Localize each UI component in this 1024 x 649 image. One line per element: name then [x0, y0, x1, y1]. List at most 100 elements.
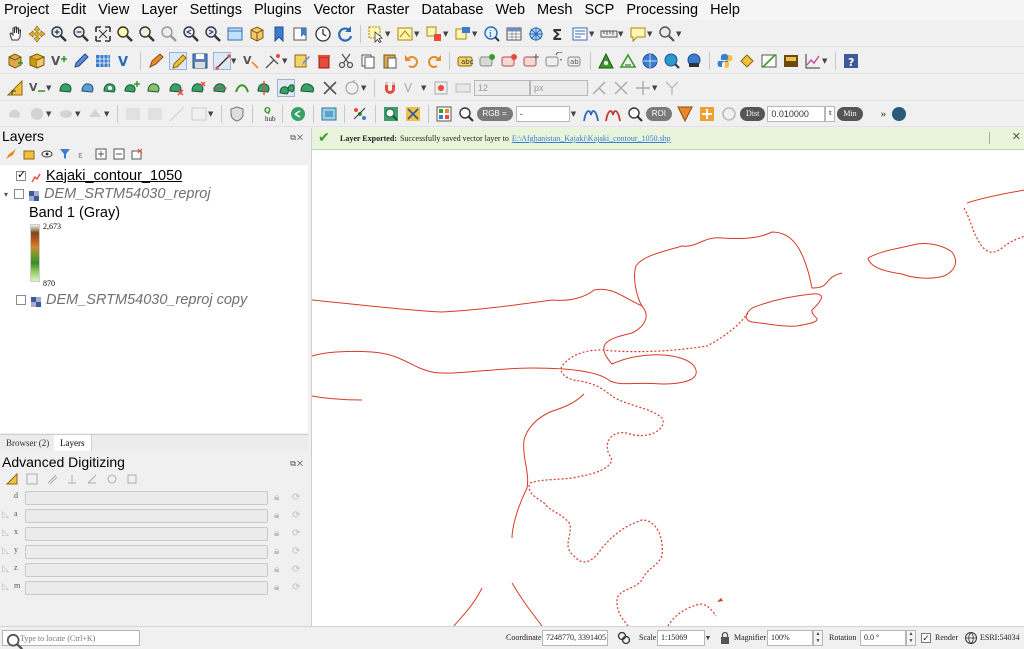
add-vector-icon[interactable]: V [116, 52, 134, 70]
python-console-icon[interactable] [716, 52, 734, 70]
zoom-full-icon[interactable] [94, 25, 112, 43]
copy-features-icon[interactable] [359, 52, 377, 70]
snap-angle-icon[interactable] [86, 473, 98, 485]
menu-mesh[interactable]: Mesh [531, 0, 578, 20]
new-virtual-layer-icon[interactable]: V [50, 52, 68, 70]
lock-icon[interactable]: 🔒︎ [274, 528, 279, 539]
map-tips-icon[interactable] [629, 25, 647, 43]
pan-to-selection-icon[interactable] [28, 25, 46, 43]
parallel-icon[interactable] [46, 473, 58, 485]
digitize-angle-icon[interactable] [168, 105, 186, 123]
scp-dock-icon[interactable] [320, 105, 338, 123]
snap-intersection-icon[interactable] [612, 79, 630, 97]
spatial-bookmark-icon[interactable] [270, 25, 288, 43]
split-parts-icon[interactable] [277, 78, 295, 97]
chevron-down-icon[interactable]: ▼ [589, 30, 596, 38]
relative-z-icon[interactable]: ◺ [2, 564, 9, 574]
menu-raster[interactable]: Raster [361, 0, 416, 20]
coordinate-field[interactable]: 7248770, 3391405 [542, 630, 608, 646]
repeat-lock-icon[interactable]: ⟳ [292, 582, 300, 593]
tracing-icon[interactable] [590, 79, 608, 97]
chevron-down-icon[interactable]: ▼ [571, 110, 578, 118]
menu-settings[interactable]: Settings [184, 0, 248, 20]
snap-tolerance-icon[interactable] [454, 79, 472, 97]
toolbar-overflow-icon[interactable]: » [881, 108, 887, 120]
chevron-down-icon[interactable]: ▼ [472, 30, 479, 38]
menu-plugins[interactable]: Plugins [248, 0, 308, 20]
layer-visibility-checkbox[interactable] [14, 189, 24, 199]
plugin-shield-icon[interactable] [228, 105, 246, 123]
shape-rotate-icon[interactable] [57, 79, 75, 97]
help-icon[interactable]: ? [842, 52, 860, 70]
zoom-to-selection-icon[interactable] [116, 25, 134, 43]
chevron-down-icon[interactable]: ▼ [647, 30, 654, 38]
render-checkbox[interactable]: ✓ [921, 633, 931, 643]
menu-scp[interactable]: SCP [579, 0, 621, 20]
menu-project[interactable]: Project [0, 0, 55, 20]
snap-tolerance-input[interactable]: 12 [474, 79, 530, 96]
chevron-down-icon[interactable]: ▼ [104, 110, 111, 118]
chevron-down-icon[interactable]: ▼ [703, 630, 713, 646]
field-calculator-icon[interactable] [527, 25, 545, 43]
label-show-icon[interactable] [500, 52, 518, 70]
zoom-to-layer-icon[interactable] [138, 25, 156, 43]
delete-part-icon[interactable] [189, 79, 207, 97]
locator-magnify-icon[interactable] [658, 25, 676, 43]
fill-ring-icon[interactable] [145, 79, 163, 97]
vertex-split-icon[interactable]: V [28, 79, 46, 97]
shape-simplify-icon[interactable] [79, 79, 97, 97]
shape-digitize-4-icon[interactable] [86, 105, 104, 123]
lock-icon[interactable]: 🔒︎ [274, 492, 279, 503]
expand-all-icon[interactable] [95, 148, 107, 160]
magnifier-spin[interactable]: ▲ ▼ [813, 630, 823, 646]
chevron-down-icon[interactable]: ▼ [282, 57, 289, 65]
chevron-down-icon[interactable]: ▼ [46, 110, 53, 118]
panel-float-close-icon[interactable]: ⧉✕ [290, 130, 304, 146]
close-icon[interactable]: ✕ [1012, 130, 1021, 143]
qgis-hub-icon[interactable]: Q [259, 105, 277, 123]
digitize-grid-icon[interactable] [190, 105, 208, 123]
menu-processing[interactable]: Processing [620, 0, 704, 20]
scp-roi-create-icon[interactable] [676, 105, 694, 123]
rotation-field[interactable]: 0.0 ° [860, 630, 906, 646]
toolbox-icon[interactable] [571, 25, 589, 43]
identify-features-icon[interactable]: i [483, 25, 501, 43]
edit-attributes-icon[interactable] [293, 52, 311, 70]
menu-view[interactable]: View [92, 0, 135, 20]
table-edit-icon[interactable] [760, 52, 778, 70]
toggle-editing-pencil-icon[interactable] [169, 51, 187, 70]
scp-rgb-zoom-icon[interactable] [457, 105, 475, 123]
undo-icon[interactable] [403, 52, 421, 70]
refresh-icon[interactable] [336, 25, 354, 43]
scp-overflow-icon[interactable] [890, 105, 908, 123]
chevron-down-icon[interactable]: ▼ [618, 30, 625, 38]
rotate-point-icon[interactable] [343, 79, 361, 97]
layer-visibility-checkbox[interactable] [16, 168, 26, 181]
scp-redo-icon[interactable] [720, 105, 738, 123]
lizmap-icon[interactable] [738, 52, 756, 70]
lock-icon[interactable]: 🔒︎ [274, 564, 279, 575]
distance-field[interactable] [25, 491, 268, 505]
merge-features-icon[interactable] [299, 79, 317, 97]
scp-roi-zoom-icon[interactable] [626, 105, 644, 123]
menu-edit[interactable]: Edit [55, 0, 92, 20]
scp-spectral-a-icon[interactable] [582, 105, 600, 123]
menu-web[interactable]: Web [489, 0, 531, 20]
vector-triangle-icon[interactable] [619, 52, 637, 70]
label-pin-icon[interactable] [478, 52, 496, 70]
chevron-down-icon[interactable]: ▼ [443, 30, 450, 38]
m-field[interactable] [25, 581, 268, 595]
show-bookmarks-icon[interactable] [292, 25, 310, 43]
message-menu[interactable] [989, 132, 999, 144]
crs-label[interactable]: ESRI:54034 [980, 633, 1020, 642]
relative-y-icon[interactable]: ◺ [2, 546, 9, 556]
zoom-in-icon[interactable] [50, 25, 68, 43]
open-attribute-table-icon[interactable] [505, 25, 523, 43]
tab-browser[interactable]: Browser (2) [0, 435, 57, 451]
layer-row-dem-reproj-copy[interactable]: DEM_SRTM54030_reproj copy [16, 291, 247, 309]
new-geopackage-layer-icon[interactable] [6, 52, 24, 70]
lock-icon[interactable]: 🔒︎ [274, 546, 279, 557]
layer-visibility-checkbox[interactable] [16, 295, 26, 305]
save-edits-icon[interactable] [191, 52, 209, 70]
enable-cad-icon[interactable] [6, 473, 18, 485]
